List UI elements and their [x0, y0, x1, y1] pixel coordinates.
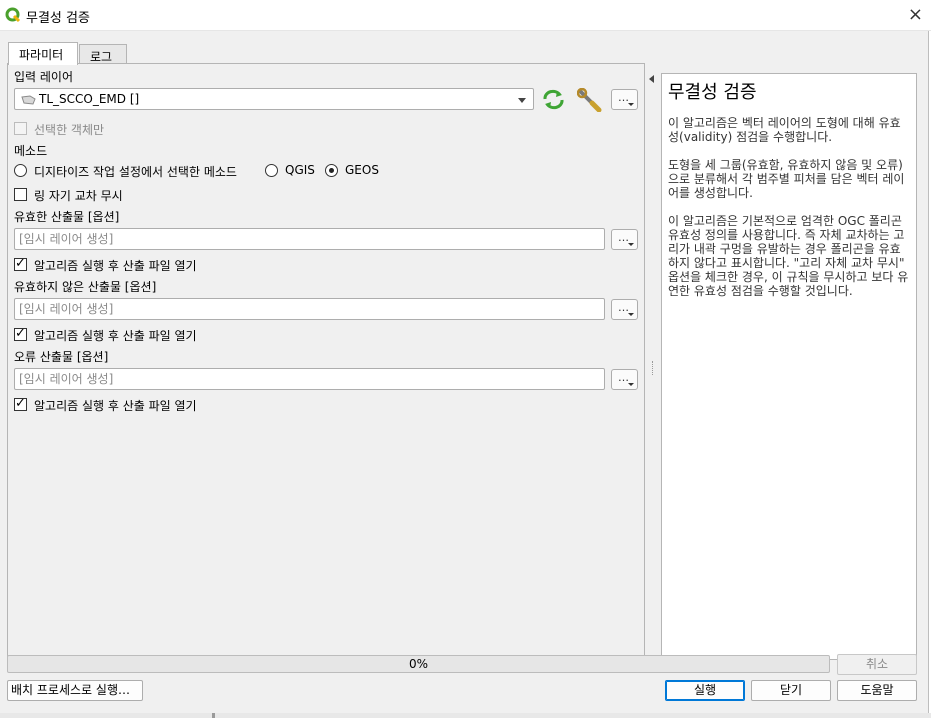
iterate-refresh-icon[interactable]	[541, 89, 566, 110]
invalid-output-label: 유효하지 않은 산출물 [옵션]	[14, 280, 157, 294]
ignore-ring-checkbox[interactable]	[14, 188, 27, 201]
progress-bar: 0%	[7, 655, 830, 673]
error-output-input[interactable]	[15, 369, 604, 389]
wrench-icon[interactable]	[577, 88, 603, 112]
title-bar: 무결성 검증 ×	[0, 0, 931, 31]
method-option-digitizing: 디지타이즈 작업 설정에서 선택한 메소드	[34, 165, 237, 179]
close-icon[interactable]: ×	[908, 4, 923, 25]
invalid-open-label: 알고리즘 실행 후 산출 파일 열기	[34, 329, 197, 343]
input-layer-label: 입력 레이어	[14, 70, 74, 84]
invalid-open-checkbox[interactable]: ✓	[14, 326, 27, 341]
input-layer-combo[interactable]: TL_SCCO_EMD []	[14, 88, 534, 110]
method-radio-qgis[interactable]	[265, 164, 278, 177]
close-button[interactable]: 닫기	[751, 680, 831, 701]
tab-parameters[interactable]: 파라미터	[8, 42, 78, 65]
help-panel: 무결성 검증 이 알고리즘은 벡터 레이어의 도형에 대해 유효성(validi…	[661, 73, 917, 660]
help-paragraph: 도형을 세 그룹(유효함, 유효하지 않음 및 오류)으로 분류해서 각 범주별…	[668, 158, 905, 200]
valid-output-input[interactable]	[15, 229, 604, 249]
cancel-button[interactable]: 취소	[837, 654, 917, 675]
valid-output-field[interactable]	[14, 228, 605, 250]
input-layer-value: TL_SCCO_EMD []	[39, 92, 140, 106]
background-strip	[0, 713, 931, 718]
collapse-help-icon[interactable]	[649, 75, 654, 83]
progress-text: 0%	[408, 657, 429, 671]
run-button[interactable]: 실행	[665, 680, 745, 701]
valid-open-label: 알고리즘 실행 후 산출 파일 열기	[34, 259, 197, 273]
valid-output-label: 유효한 산출물 [옵션]	[14, 210, 120, 224]
batch-process-button[interactable]: 배치 프로세스로 실행…	[7, 680, 143, 701]
invalid-output-options-button[interactable]: …	[611, 299, 638, 320]
error-open-label: 알고리즘 실행 후 산출 파일 열기	[34, 399, 197, 413]
selected-only-label: 선택한 객체만	[34, 123, 105, 137]
error-output-options-button[interactable]: …	[611, 369, 638, 390]
parameters-panel: 입력 레이어 TL_SCCO_EMD [] … 선택한 객체만 메소드 디지타이…	[7, 63, 645, 660]
method-option-qgis: QGIS	[285, 163, 315, 177]
error-output-label: 오류 산출물 [옵션]	[14, 350, 109, 364]
error-open-checkbox[interactable]: ✓	[14, 396, 27, 411]
help-title: 무결성 검증	[668, 82, 757, 103]
method-radio-geos[interactable]	[325, 164, 338, 177]
help-paragraph: 이 알고리즘은 벡터 레이어의 도형에 대해 유효성(validity) 점검을…	[668, 116, 901, 144]
method-option-geos: GEOS	[345, 163, 379, 177]
dialog-body: 파라미터 로그 입력 레이어 TL_SCCO_EMD [] … 선택한 객체만 …	[0, 31, 929, 714]
input-layer-options-button[interactable]: …	[611, 89, 638, 110]
invalid-output-field[interactable]	[14, 298, 605, 320]
valid-output-options-button[interactable]: …	[611, 229, 638, 250]
error-output-field[interactable]	[14, 368, 605, 390]
panel-splitter[interactable]	[652, 361, 654, 375]
invalid-output-input[interactable]	[15, 299, 604, 319]
polygon-layer-icon	[21, 95, 36, 105]
ignore-ring-label: 링 자기 교차 무시	[34, 189, 123, 203]
help-paragraph: 이 알고리즘은 기본적으로 엄격한 OGC 폴리곤 유효성 정의를 사용합니다.…	[668, 214, 909, 298]
method-radio-digitizing[interactable]	[14, 164, 27, 177]
window-title: 무결성 검증	[26, 11, 90, 26]
help-button[interactable]: 도움말	[837, 680, 917, 701]
tab-log[interactable]: 로그	[79, 44, 127, 64]
method-label: 메소드	[14, 144, 48, 158]
qgis-logo-icon	[5, 7, 21, 23]
selected-only-checkbox[interactable]	[14, 122, 27, 135]
chevron-down-icon	[518, 98, 526, 103]
valid-open-checkbox[interactable]: ✓	[14, 256, 27, 271]
